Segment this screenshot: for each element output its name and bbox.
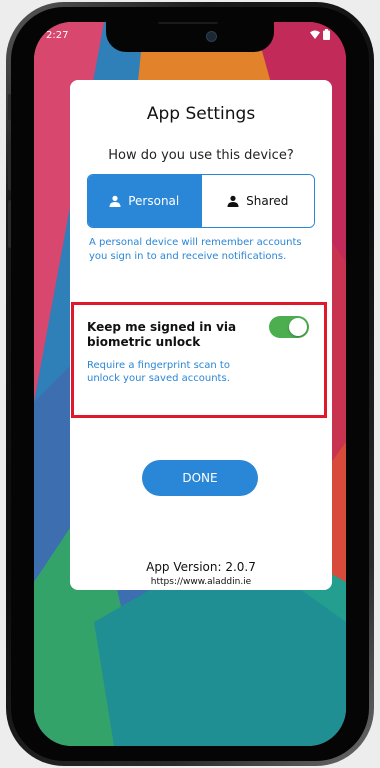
biometric-setting-description: Require a fingerprint scan to unlock you…	[87, 360, 230, 384]
personal-option-button[interactable]: Personal	[88, 175, 201, 227]
shared-option-label: Shared	[246, 194, 289, 208]
biometric-unlock-toggle[interactable]	[269, 316, 309, 338]
front-camera	[206, 31, 217, 42]
app-settings-dialog: App Settings How do you use this device?…	[70, 80, 332, 590]
dialog-title: App Settings	[146, 104, 256, 124]
device-usage-question: How do you use this device?	[108, 148, 294, 163]
personal-option-label: Personal	[128, 194, 180, 208]
biometric-setting-title: Keep me signed in via biometric unlock	[87, 320, 237, 349]
app-version: App Version: 2.0.7	[146, 560, 256, 574]
done-button[interactable]: DONE	[142, 460, 258, 496]
earpiece-speaker	[158, 22, 218, 24]
toggle-knob	[289, 318, 307, 336]
status-time: 2:27	[46, 30, 69, 41]
wifi-icon	[310, 30, 320, 39]
device-mode-selector: Personal Shared	[87, 174, 315, 228]
personal-device-hint: A personal device will remember accounts…	[89, 237, 302, 262]
notch	[106, 22, 274, 52]
person-icon	[109, 195, 121, 207]
phone-screen: 2:27 App Settings How do you use this de…	[34, 22, 346, 746]
shared-option-button[interactable]: Shared	[200, 175, 314, 227]
website-link[interactable]: https://www.aladdin.ie	[70, 577, 332, 587]
person-icon	[227, 195, 239, 207]
status-icons	[310, 29, 330, 40]
battery-icon	[323, 29, 330, 40]
